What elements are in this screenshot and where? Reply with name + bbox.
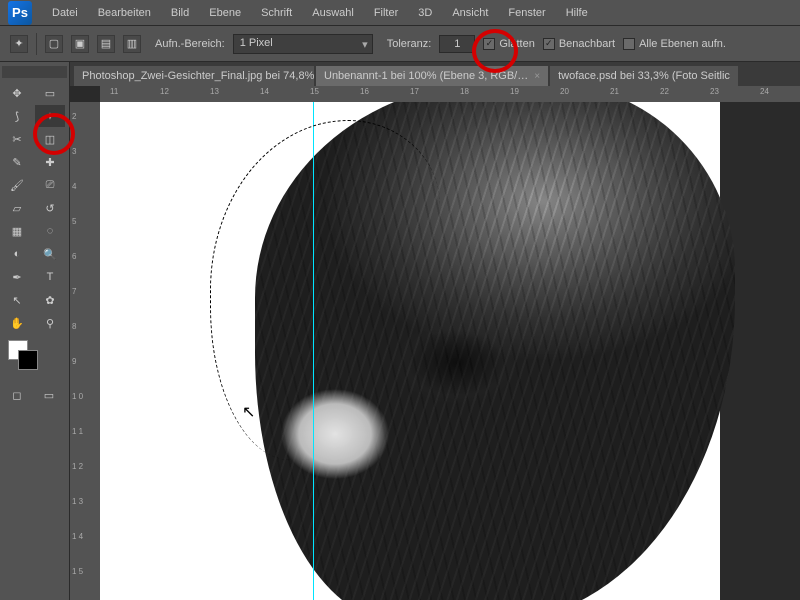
menu-window[interactable]: Fenster (498, 3, 555, 23)
doc-tab-2[interactable]: twoface.psd bei 33,3% (Foto Seitlic (550, 66, 738, 86)
type-tool[interactable]: T (35, 266, 65, 288)
menu-file[interactable]: Datei (42, 3, 88, 23)
ruler-tick: 17 (410, 87, 419, 96)
eraser-tool[interactable]: ▱ (2, 197, 32, 219)
background-swatch[interactable] (18, 350, 38, 370)
selection-intersect-icon[interactable]: ▥ (123, 35, 141, 53)
all-layers-checkbox[interactable]: Alle Ebenen aufn. (623, 38, 726, 50)
gradient-tool[interactable]: ▦ (2, 220, 32, 242)
brush-tool[interactable]: 🖌 (2, 174, 32, 196)
ruler-tick: 8 (72, 322, 76, 331)
ruler-tick: 16 (360, 87, 369, 96)
cursor-icon: ↖ (242, 402, 255, 422)
ruler-tick: 1 2 (72, 462, 83, 471)
horizontal-ruler[interactable]: 11 12 13 14 15 16 17 18 19 20 21 22 23 2… (100, 86, 800, 102)
annotation-circle-tolerance (472, 29, 518, 73)
close-icon[interactable]: × (534, 71, 540, 82)
ruler-tick: 15 (310, 87, 319, 96)
dodge-tool[interactable]: ◐ (2, 243, 32, 265)
ruler-tick: 1 5 (72, 567, 83, 576)
quickmask-toggle[interactable]: ◻ (2, 384, 32, 406)
document-tabs: Photoshop_Zwei-Gesichter_Final.jpg bei 7… (70, 62, 800, 86)
ruler-tick: 20 (560, 87, 569, 96)
ruler-tick: 13 (210, 87, 219, 96)
menu-help[interactable]: Hilfe (556, 3, 598, 23)
ruler-tick: 4 (72, 182, 76, 191)
ruler-tick: 22 (660, 87, 669, 96)
menu-type[interactable]: Schrift (251, 3, 302, 23)
history-tool[interactable]: ↺ (35, 197, 65, 219)
menu-layer[interactable]: Ebene (199, 3, 251, 23)
lasso-tool[interactable]: ⟆ (2, 105, 32, 127)
app-logo: Ps (8, 1, 32, 25)
ruler-tick: 11 (110, 87, 118, 96)
menu-select[interactable]: Auswahl (302, 3, 364, 23)
sample-size-select[interactable]: 1 Pixel (233, 34, 373, 54)
ruler-tick: 19 (510, 87, 519, 96)
tool-preset-icon[interactable]: ✦ (10, 35, 28, 53)
tools-grip[interactable] (2, 66, 67, 78)
doc-tab-1[interactable]: Unbenannt-1 bei 100% (Ebene 3, RGB/…× (316, 66, 548, 86)
ruler-tick: 1 4 (72, 532, 83, 541)
ruler-tick: 6 (72, 252, 76, 261)
stamp-tool[interactable]: ⎚ (35, 174, 65, 196)
marquee-tool[interactable]: ▭ (35, 82, 65, 104)
all-layers-label: Alle Ebenen aufn. (639, 38, 726, 50)
vertical-ruler[interactable]: 2 3 4 5 6 7 8 9 1 0 1 1 1 2 1 3 1 4 1 5 (70, 102, 100, 600)
menu-edit[interactable]: Bearbeiten (88, 3, 161, 23)
path-tool[interactable]: ↖ (2, 289, 32, 311)
move-tool[interactable]: ✥ (2, 82, 32, 104)
ruler-tick: 18 (460, 87, 469, 96)
blur-tool[interactable]: ◌ (35, 220, 65, 242)
doc-tab-label: Photoshop_Zwei-Gesichter_Final.jpg bei 7… (82, 70, 314, 82)
ruler-tick: 1 0 (72, 392, 83, 401)
hand-tool[interactable]: ✋ (2, 312, 32, 334)
options-bar: ✦ ▢ ▣ ▤ ▥ Aufn.-Bereich: 1 Pixel Toleran… (0, 26, 800, 62)
ruler-tick: 9 (72, 357, 76, 366)
crop-tool[interactable]: ✂ (2, 128, 32, 150)
selection-add-icon[interactable]: ▣ (71, 35, 89, 53)
ruler-tick: 24 (760, 87, 769, 96)
doc-tab-0[interactable]: Photoshop_Zwei-Gesichter_Final.jpg bei 7… (74, 66, 314, 86)
document-paper: ↖ (100, 102, 720, 600)
ruler-tick: 5 (72, 217, 76, 226)
contiguous-label: Benachbart (559, 38, 615, 50)
tolerance-label: Toleranz: (387, 38, 432, 50)
ruler-tick: 3 (72, 147, 76, 156)
ruler-tick: 23 (710, 87, 719, 96)
menu-3d[interactable]: 3D (408, 3, 442, 23)
doc-tab-label: twoface.psd bei 33,3% (Foto Seitlic (558, 70, 730, 82)
magnify-tool[interactable]: 🔍 (35, 243, 65, 265)
ruler-tick: 14 (260, 87, 269, 96)
ruler-tick: 12 (160, 87, 169, 96)
canvas[interactable]: ↖ (100, 102, 800, 600)
menu-filter[interactable]: Filter (364, 3, 408, 23)
color-swatches[interactable] (2, 340, 67, 380)
ruler-tick: 1 3 (72, 497, 83, 506)
tolerance-input[interactable]: 1 (439, 35, 475, 53)
selection-subtract-icon[interactable]: ▤ (97, 35, 115, 53)
pen-tool[interactable]: ✒ (2, 266, 32, 288)
contiguous-checkbox[interactable]: Benachbart (543, 38, 615, 50)
ruler-tick: 1 1 (72, 427, 83, 436)
shape-tool[interactable]: ✿ (35, 289, 65, 311)
ruler-tick: 7 (72, 287, 76, 296)
annotation-circle-tool (33, 113, 75, 155)
menu-image[interactable]: Bild (161, 3, 199, 23)
menu-view[interactable]: Ansicht (442, 3, 498, 23)
menu-bar: Ps Datei Bearbeiten Bild Ebene Schrift A… (0, 0, 800, 26)
eyedropper-tool[interactable]: ✎ (2, 151, 32, 173)
ruler-tick: 2 (72, 112, 76, 121)
screenmode-toggle[interactable]: ▭ (34, 384, 64, 406)
zoom-tool[interactable]: ⚲ (35, 312, 65, 334)
sample-size-label: Aufn.-Bereich: (155, 38, 225, 50)
ruler-tick: 21 (610, 87, 619, 96)
selection-new-icon[interactable]: ▢ (45, 35, 63, 53)
